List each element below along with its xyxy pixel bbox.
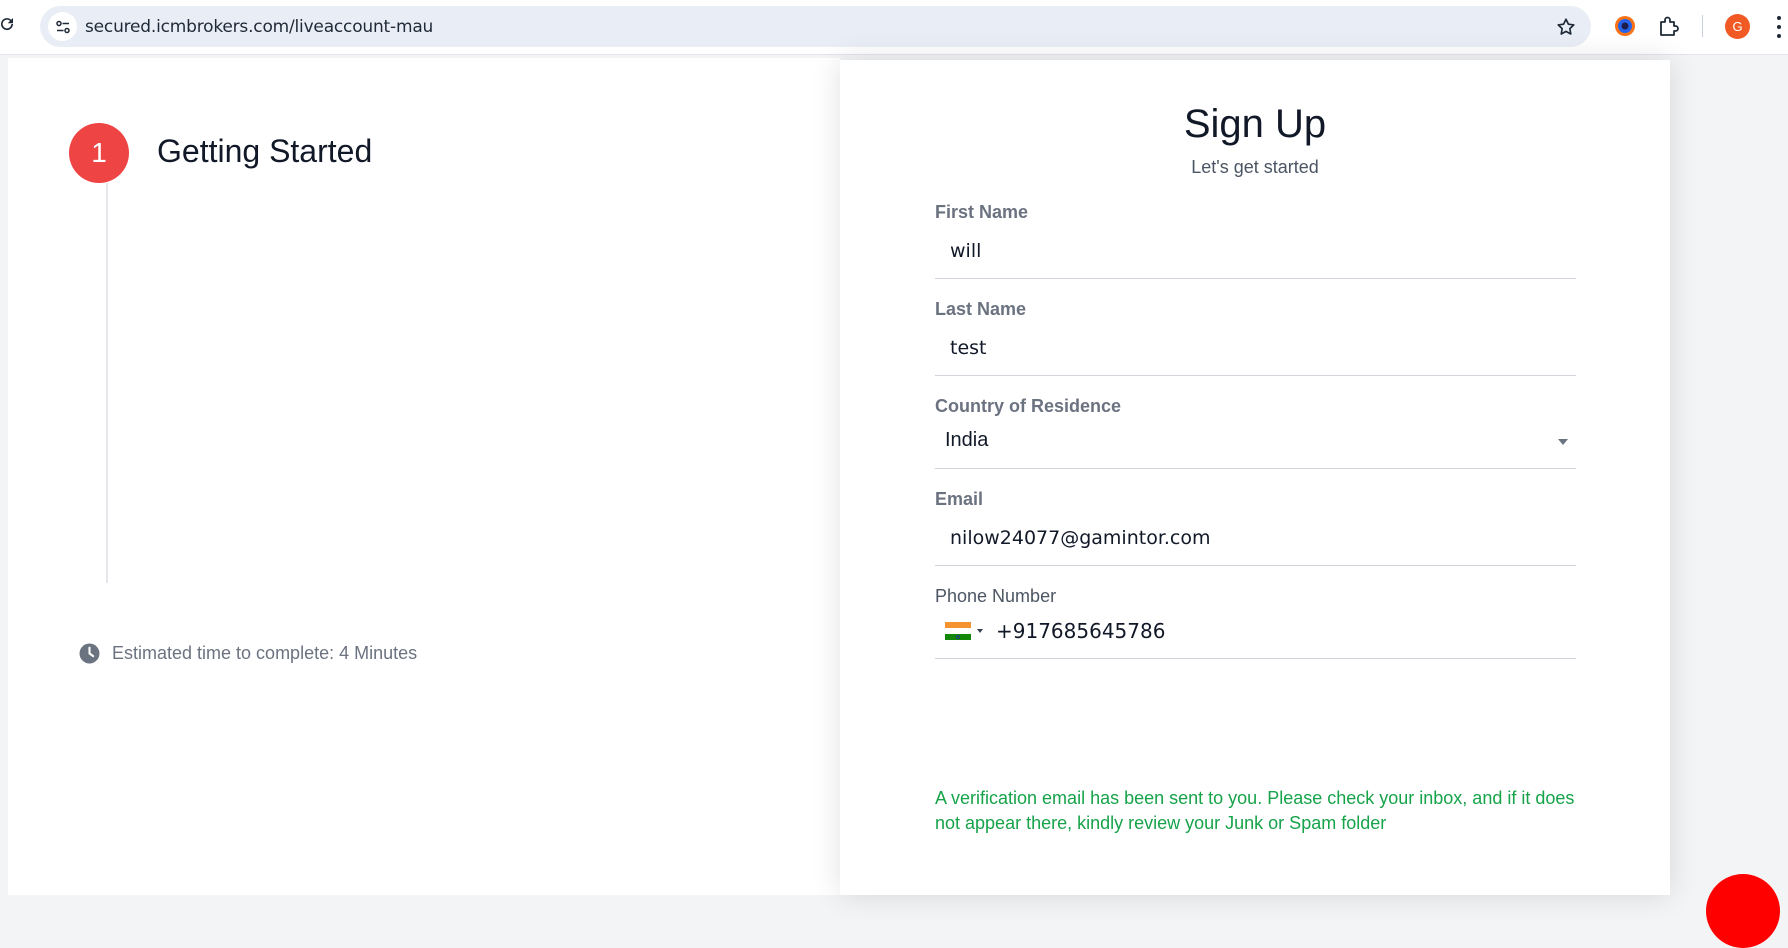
step-number-badge: 1 (69, 123, 129, 183)
step-title: Getting Started (157, 133, 373, 169)
country-code-caret-icon[interactable] (977, 628, 983, 633)
clock-icon (79, 643, 100, 664)
signup-form-card: Sign Up Let's get started First Name wil… (840, 60, 1670, 895)
first-name-value[interactable]: will (950, 240, 981, 262)
first-name-field[interactable]: will (935, 223, 1576, 279)
country-selected-value[interactable]: India (945, 429, 988, 452)
bookmark-star-icon[interactable] (1555, 16, 1577, 38)
dropdown-caret-icon[interactable] (1558, 439, 1568, 445)
color-extension-icon[interactable] (1612, 13, 1638, 39)
phone-value[interactable]: +917685645786 (996, 619, 1165, 643)
address-bar[interactable]: secured.icmbrokers.com/liveaccount-mau (40, 6, 1591, 47)
url-text[interactable]: secured.icmbrokers.com/liveaccount-mau (85, 17, 433, 37)
first-name-label: First Name (935, 202, 1029, 222)
floating-action-button[interactable] (1706, 874, 1780, 948)
estimated-time: Estimated time to complete: 4 Minutes (79, 643, 417, 664)
last-name-field[interactable]: test (935, 320, 1576, 376)
more-menu-icon[interactable] (1776, 16, 1782, 38)
reload-icon[interactable] (0, 15, 16, 33)
page-content: 1 Getting Started Estimated time to comp… (0, 56, 1788, 948)
puzzle-extensions-icon[interactable] (1656, 13, 1682, 39)
verification-notice: A verification email has been sent to yo… (935, 788, 1575, 833)
email-label: Email (935, 489, 984, 509)
profile-avatar[interactable]: G (1725, 14, 1750, 39)
email-field[interactable]: nilow24077@gamintor.com (935, 510, 1576, 566)
site-info-icon[interactable] (48, 12, 77, 41)
browser-toolbar: secured.icmbrokers.com/liveaccount-mau G (0, 0, 1788, 55)
toolbar-divider (1702, 15, 1703, 37)
progress-panel: 1 Getting Started Estimated time to comp… (8, 58, 840, 895)
estimated-time-text: Estimated time to complete: 4 Minutes (112, 643, 418, 663)
india-flag-icon[interactable] (945, 621, 971, 640)
last-name-value[interactable]: test (950, 337, 987, 359)
step-timeline-line (106, 183, 108, 583)
form-subtitle: Let's get started (1191, 157, 1319, 177)
email-value[interactable]: nilow24077@gamintor.com (950, 527, 1211, 549)
phone-field[interactable]: +917685645786 (935, 603, 1576, 659)
country-select[interactable]: India (935, 413, 1576, 469)
last-name-label: Last Name (935, 299, 1027, 319)
form-title: Sign Up (1183, 102, 1327, 146)
